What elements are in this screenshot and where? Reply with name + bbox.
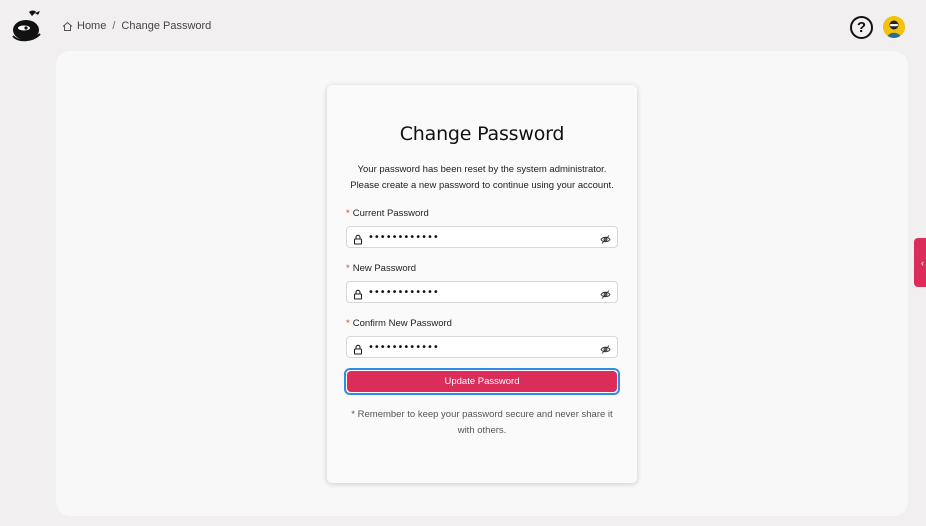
lock-icon xyxy=(353,342,363,355)
new-password-label: * New Password xyxy=(346,263,416,274)
description-line-2: Please create a new password to continue… xyxy=(350,180,614,191)
current-password-label-text: Current Password xyxy=(352,208,429,219)
confirm-password-label: * Confirm New Password xyxy=(346,318,452,329)
new-password-field[interactable] xyxy=(346,281,618,303)
update-password-button[interactable]: Update Password xyxy=(344,368,620,395)
logo-icon[interactable] xyxy=(10,10,44,42)
current-password-label: * Current Password xyxy=(346,208,429,219)
security-note: * Remember to keep your password secure … xyxy=(345,407,619,439)
update-password-label[interactable]: Update Password xyxy=(347,371,617,392)
eye-off-icon[interactable] xyxy=(600,232,611,244)
confirm-password-field[interactable] xyxy=(346,336,618,358)
new-password-label-text: New Password xyxy=(352,263,417,274)
lock-icon xyxy=(353,232,363,245)
home-icon[interactable] xyxy=(62,21,73,32)
card-description: Your password has been reset by the syst… xyxy=(337,162,627,194)
description-line-1: Your password has been reset by the syst… xyxy=(357,164,607,175)
breadcrumb-current: Change Password xyxy=(121,20,212,32)
avatar[interactable] xyxy=(883,16,905,38)
eye-off-icon[interactable] xyxy=(600,287,611,299)
help-icon[interactable]: ? xyxy=(850,16,873,39)
lock-icon xyxy=(353,287,363,300)
security-note-line-1: * Remember to keep your password secure … xyxy=(351,409,613,420)
confirm-password-input[interactable] xyxy=(368,338,600,356)
required-mark: * xyxy=(346,263,350,274)
required-mark: * xyxy=(346,318,350,329)
page-title: Change Password xyxy=(399,123,565,145)
breadcrumb: Home / Change Password xyxy=(62,20,211,32)
new-password-input[interactable] xyxy=(368,283,600,301)
required-mark: * xyxy=(346,208,350,219)
breadcrumb-separator: / xyxy=(112,20,116,32)
eye-off-icon[interactable] xyxy=(600,342,611,354)
breadcrumb-home[interactable]: Home xyxy=(77,20,106,32)
current-password-field[interactable] xyxy=(346,226,618,248)
security-note-line-2: with others. xyxy=(457,425,507,436)
chevron-left-icon[interactable]: ‹ xyxy=(914,238,926,287)
confirm-password-label-text: Confirm New Password xyxy=(352,318,452,329)
change-password-card: Change Password Your password has been r… xyxy=(327,85,637,483)
current-password-input[interactable] xyxy=(368,228,600,246)
